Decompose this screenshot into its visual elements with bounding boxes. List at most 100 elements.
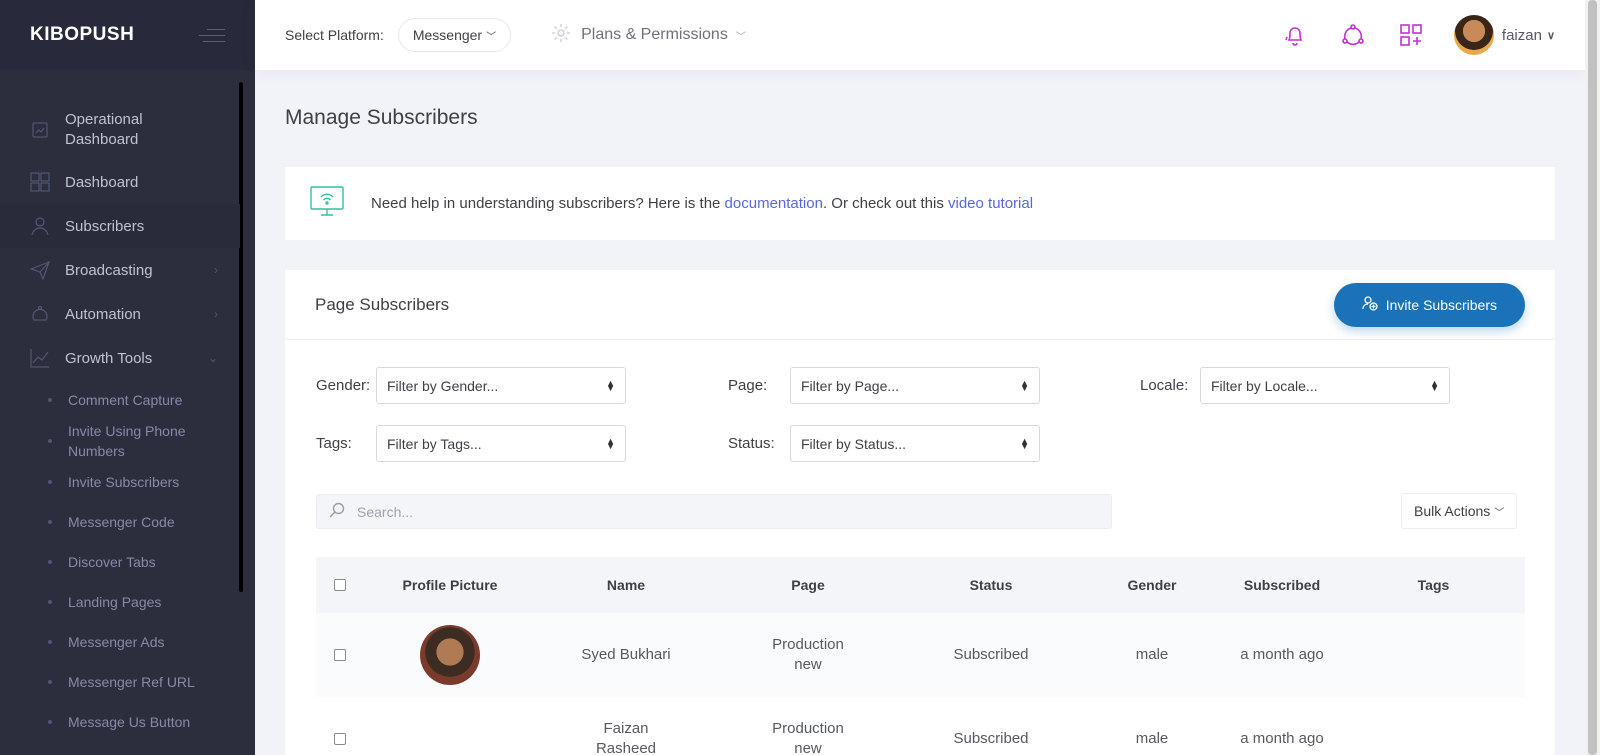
- sidebar-item-dashboard[interactable]: Dashboard: [0, 160, 240, 204]
- sidebar-item-label: Automation: [65, 305, 141, 323]
- tags-cell: [1342, 697, 1525, 755]
- row-checkbox[interactable]: [334, 733, 346, 745]
- sort-arrows-icon: ▲ ▼: [1020, 377, 1029, 393]
- page-filter: Page: Filter by Page... ▲ ▼: [728, 367, 1040, 404]
- subscribed-cell: a month ago: [1240, 646, 1324, 663]
- tags-select[interactable]: Filter by Tags... ▲ ▼: [376, 425, 626, 462]
- bullet-icon: [48, 480, 52, 484]
- subscribers-portlet: Page Subscribers Invite Subscribers Gend…: [285, 270, 1555, 755]
- submenu-item-landing-pages[interactable]: Landing Pages: [0, 582, 240, 622]
- search-input[interactable]: [357, 503, 1097, 520]
- header-subscribed[interactable]: Subscribed: [1222, 557, 1342, 613]
- subscribed-cell: a month ago: [1240, 730, 1324, 747]
- submenu-item-messenger-ads[interactable]: Messenger Ads: [0, 622, 240, 662]
- paper-plane-icon: [30, 260, 50, 280]
- chevron-down-icon: ﹀: [486, 31, 497, 43]
- bullet-icon: [48, 520, 52, 524]
- page-title: Manage Subscribers: [285, 106, 478, 129]
- user-menu[interactable]: faizan ∨: [1502, 27, 1555, 44]
- documentation-link[interactable]: documentation: [725, 195, 823, 212]
- chevron-down-icon: ﹀: [735, 31, 746, 43]
- select-all-checkbox[interactable]: [334, 579, 346, 591]
- monitor-wifi-icon: [309, 185, 345, 223]
- submenu-item-invite-subscribers[interactable]: Invite Subscribers: [0, 462, 240, 502]
- profile-picture-cell: [364, 613, 536, 697]
- locale-filter: Locale: Filter by Locale... ▲ ▼: [1140, 367, 1450, 404]
- operational-dashboard-icon: [30, 120, 50, 140]
- plans-permissions-dropdown[interactable]: Plans & Permissions ﹀: [551, 23, 746, 48]
- sidebar-item-subscribers[interactable]: Subscribers: [0, 204, 240, 248]
- bulk-actions-button[interactable]: Bulk Actions ﹀: [1401, 493, 1518, 529]
- header-page[interactable]: Page: [716, 557, 900, 613]
- gender-cell: male: [1135, 730, 1169, 747]
- help-banner: Need help in understanding subscribers? …: [285, 167, 1555, 240]
- submenu-item-message-us-button[interactable]: Message Us Button: [0, 702, 240, 742]
- header-select-cell: [316, 557, 364, 613]
- header-profile-picture[interactable]: Profile Picture: [364, 557, 536, 613]
- page-label: Page:: [728, 377, 768, 394]
- sidebar-item-label: Dashboard: [65, 173, 139, 191]
- apps-add-icon[interactable]: [1396, 20, 1426, 50]
- sidebar-item-label: Subscribers: [65, 217, 145, 235]
- bullet-icon: [48, 600, 52, 604]
- header-status[interactable]: Status: [900, 557, 1082, 613]
- locale-select[interactable]: Filter by Locale... ▲ ▼: [1200, 367, 1450, 404]
- table-row[interactable]: Faizan Rasheed Production new Subscribed…: [316, 697, 1525, 755]
- submenu-item-invite-phone[interactable]: Invite Using Phone Numbers: [0, 420, 240, 462]
- submenu-item-discover-tabs[interactable]: Discover Tabs: [0, 542, 240, 582]
- bullet-icon: [48, 680, 52, 684]
- sort-arrows-icon: ▲ ▼: [1430, 377, 1439, 393]
- sidebar-item-growth-tools[interactable]: Growth Tools ⌄: [0, 336, 240, 380]
- sort-arrows-icon: ▲ ▼: [1020, 435, 1029, 451]
- top-header: Select Platform: Messenger ﹀ Plans & Per…: [255, 0, 1585, 70]
- gear-icon: [551, 23, 571, 48]
- sidebar: KIBOPUSH Operational Dashboard Dashboard…: [0, 0, 255, 755]
- bullet-icon: [48, 398, 52, 402]
- locale-label: Locale:: [1140, 377, 1189, 394]
- header-gender[interactable]: Gender: [1082, 557, 1222, 613]
- video-tutorial-link[interactable]: video tutorial: [948, 195, 1033, 212]
- search-bar: [316, 494, 1112, 529]
- chevron-down-icon: ∨: [1546, 29, 1555, 42]
- help-text: Need help in understanding subscribers? …: [371, 195, 1034, 212]
- gender-cell: male: [1135, 646, 1169, 663]
- share-network-icon[interactable]: [1338, 20, 1368, 50]
- name-cell: Faizan Rasheed: [595, 720, 657, 755]
- sidebar-item-operational-dashboard[interactable]: Operational Dashboard: [0, 100, 240, 160]
- status-cell: Subscribed: [953, 730, 1029, 747]
- chevron-right-icon: ›: [214, 307, 218, 321]
- bell-icon[interactable]: [1280, 20, 1310, 50]
- status-select[interactable]: Filter by Status... ▲ ▼: [790, 425, 1040, 462]
- sidebar-item-label: Operational Dashboard: [65, 111, 143, 148]
- page-scrollbar[interactable]: [1585, 0, 1600, 755]
- subscribers-table: Profile Picture Name Page Status Gender …: [316, 557, 1525, 755]
- platform-select[interactable]: Messenger ﹀: [397, 18, 512, 52]
- submenu-item-messenger-code[interactable]: Messenger Code: [0, 502, 240, 542]
- sidebar-item-label: Growth Tools: [65, 349, 153, 367]
- table-row[interactable]: Syed Bukhari Production new Subscribed m…: [316, 613, 1525, 697]
- chart-line-icon: [30, 348, 50, 368]
- page-select[interactable]: Filter by Page... ▲ ▼: [790, 367, 1040, 404]
- row-select-cell: [316, 697, 364, 755]
- user-icon: [30, 216, 50, 236]
- header-actions: faizan ∨: [1280, 0, 1585, 70]
- invite-subscribers-button[interactable]: Invite Subscribers: [1333, 282, 1525, 327]
- sort-arrows-icon: ▲ ▼: [606, 435, 615, 451]
- header-tags[interactable]: Tags: [1342, 557, 1525, 613]
- status-filter: Status: Filter by Status... ▲ ▼: [728, 425, 1040, 462]
- header-name[interactable]: Name: [536, 557, 716, 613]
- status-label: Status:: [728, 435, 775, 452]
- row-checkbox[interactable]: [334, 649, 346, 661]
- bullet-icon: [48, 560, 52, 564]
- menu-toggle-icon[interactable]: [199, 27, 225, 43]
- scrollbar-thumb[interactable]: [1588, 0, 1597, 755]
- table-header: Profile Picture Name Page Status Gender …: [316, 557, 1525, 613]
- sidebar-item-broadcasting[interactable]: Broadcasting ›: [0, 248, 240, 292]
- page-cell: Production new: [772, 636, 844, 673]
- submenu-item-messenger-ref-url[interactable]: Messenger Ref URL: [0, 662, 240, 702]
- profile-picture[interactable]: [420, 625, 480, 685]
- submenu-item-comment-capture[interactable]: Comment Capture: [0, 380, 240, 420]
- sidebar-item-automation[interactable]: Automation ›: [0, 292, 240, 336]
- avatar[interactable]: [1453, 15, 1494, 55]
- gender-select[interactable]: Filter by Gender... ▲ ▼: [376, 367, 626, 404]
